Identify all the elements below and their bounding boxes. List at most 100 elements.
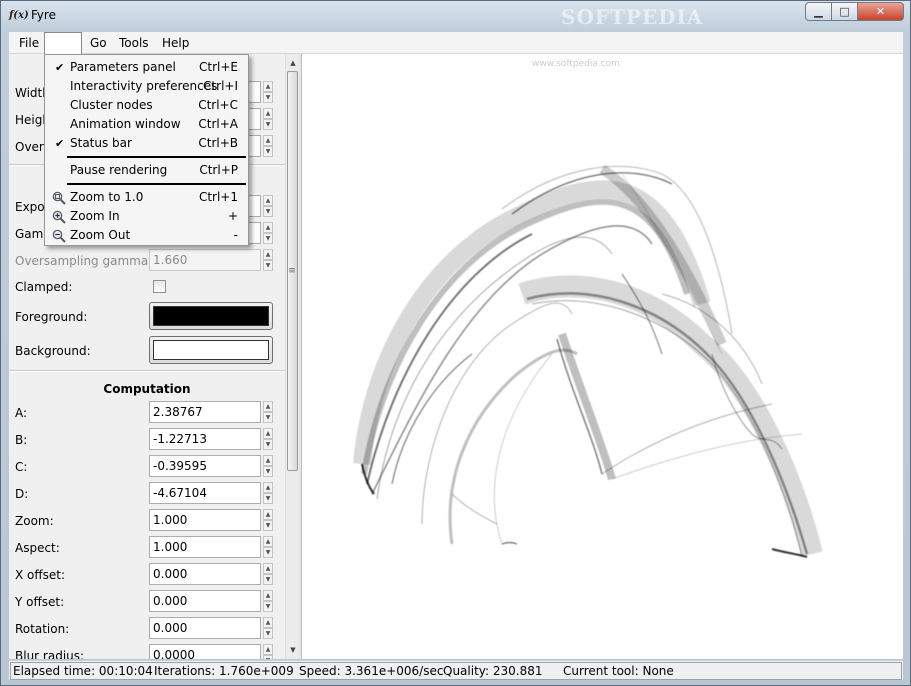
param-field[interactable]: 1.000 [149, 536, 261, 558]
scroll-up-icon[interactable]: ▲ [286, 56, 300, 70]
menu-item-label: Pause rendering [70, 163, 168, 177]
spin-down-icon[interactable]: ▼ [263, 233, 273, 244]
menu-item-label: Zoom Out [70, 228, 131, 242]
close-button[interactable]: ✕ [858, 2, 904, 21]
spin-up-icon[interactable]: ▲ [263, 195, 273, 206]
param-field[interactable]: -0.39595 [149, 455, 261, 477]
spin-down-icon[interactable]: ▼ [263, 206, 273, 217]
background-color-button[interactable] [149, 336, 273, 364]
spin-up-icon[interactable]: ▲ [263, 249, 273, 260]
menu-item-parameters-panel[interactable]: ✔ Parameters panel Ctrl+E [47, 58, 246, 77]
status-speed: Speed: 3.361e+006/sec [299, 664, 444, 678]
spin-up-icon[interactable]: ▲ [263, 108, 273, 119]
scroll-down-icon[interactable]: ▼ [286, 643, 300, 657]
param-label: Background: [15, 344, 91, 358]
panel-scrollbar[interactable]: ▲ ▼ [285, 54, 299, 659]
spin-down-icon[interactable]: ▼ [263, 574, 273, 585]
attractor-image: www.softpedia.com [353, 59, 823, 558]
param-field[interactable]: 0.000 [149, 563, 261, 585]
spin-down-icon[interactable]: ▼ [263, 466, 273, 477]
menu-item-zoom-reset[interactable]: Zoom to 1.0 Ctrl+1 [47, 188, 246, 207]
spin-down-icon[interactable]: ▼ [263, 119, 273, 130]
oversampling-gamma-spinner[interactable]: ▲ ▼ [263, 249, 273, 271]
spin-down-icon[interactable]: ▼ [263, 493, 273, 504]
spin-up-icon[interactable]: ▲ [263, 401, 273, 412]
menu-item-interactivity-preferences[interactable]: Interactivity preferences Ctrl+I [47, 77, 246, 96]
param-field[interactable]: 0.0000 [149, 644, 261, 659]
spin-down-icon[interactable]: ▼ [263, 412, 273, 423]
computation-heading: Computation [103, 382, 191, 396]
menu-file[interactable]: File [13, 32, 45, 54]
param-spinner[interactable]: ▲▼ [263, 617, 273, 639]
param-spinner[interactable]: ▲▼ [263, 563, 273, 585]
menu-go[interactable]: Go [84, 32, 113, 54]
spin-down-icon[interactable]: ▼ [263, 439, 273, 450]
spin-up-icon[interactable]: ▲ [263, 644, 273, 655]
menu-item-label: Cluster nodes [70, 98, 153, 112]
spin-down-icon[interactable]: ▼ [263, 92, 273, 103]
param-label: Foreground: [15, 310, 88, 324]
width-spinner[interactable]: ▲ ▼ [263, 81, 273, 103]
param-spinner[interactable]: ▲▼ [263, 401, 273, 423]
spin-up-icon[interactable]: ▲ [263, 428, 273, 439]
param-row-oversampling-gamma: Oversampling gamma: 1.660 ▲ ▼ [9, 248, 285, 275]
spin-down-icon[interactable]: ▼ [263, 655, 273, 659]
menu-item-zoom-out[interactable]: Zoom Out - [47, 226, 246, 245]
param-spinner[interactable]: ▲▼ [263, 509, 273, 531]
spin-down-icon[interactable]: ▼ [263, 520, 273, 531]
maximize-button[interactable]: □ [832, 2, 858, 21]
param-spinner[interactable]: ▲▼ [263, 428, 273, 450]
param-field[interactable]: 1.000 [149, 509, 261, 531]
spin-up-icon[interactable]: ▲ [263, 455, 273, 466]
spin-down-icon[interactable]: ▼ [263, 260, 273, 271]
menu-help[interactable]: Help [156, 32, 195, 54]
foreground-color-button[interactable] [149, 302, 273, 330]
oversampling-gamma-field[interactable]: 1.660 [149, 249, 261, 271]
param-spinner[interactable]: ▲▼ [263, 482, 273, 504]
param-field[interactable]: 0.000 [149, 590, 261, 612]
spin-up-icon[interactable]: ▲ [263, 563, 273, 574]
exposure-spinner[interactable]: ▲ ▼ [263, 195, 273, 217]
param-field[interactable]: -1.22713 [149, 428, 261, 450]
param-label: Rotation: [15, 622, 70, 636]
spin-down-icon[interactable]: ▼ [263, 146, 273, 157]
render-canvas[interactable]: www.softpedia.com [302, 54, 903, 659]
window-controls: ▁ □ ✕ [805, 2, 904, 21]
menu-item-status-bar[interactable]: ✔ Status bar Ctrl+B [47, 134, 246, 153]
menu-item-shortcut: Ctrl+I [203, 79, 238, 93]
param-spinner[interactable]: ▲▼ [263, 536, 273, 558]
maximize-icon: □ [839, 5, 850, 18]
title-bar[interactable]: f(x) Fyre SOFTPEDIA ▁ □ ✕ [1, 1, 910, 31]
param-spinner[interactable]: ▲▼ [263, 590, 273, 612]
spin-up-icon[interactable]: ▲ [263, 509, 273, 520]
param-field[interactable]: -4.67104 [149, 482, 261, 504]
menu-tools[interactable]: Tools [113, 32, 155, 54]
close-icon: ✕ [875, 5, 886, 18]
spin-up-icon[interactable]: ▲ [263, 135, 273, 146]
spin-up-icon[interactable]: ▲ [263, 617, 273, 628]
spin-up-icon[interactable]: ▲ [263, 590, 273, 601]
spin-up-icon[interactable]: ▲ [263, 222, 273, 233]
oversample-spinner[interactable]: ▲ ▼ [263, 135, 273, 157]
menu-item-animation-window[interactable]: Animation window Ctrl+A [47, 115, 246, 134]
param-field[interactable]: 0.000 [149, 617, 261, 639]
spin-up-icon[interactable]: ▲ [263, 81, 273, 92]
height-spinner[interactable]: ▲ ▼ [263, 108, 273, 130]
spin-down-icon[interactable]: ▼ [263, 628, 273, 639]
spin-down-icon[interactable]: ▼ [263, 547, 273, 558]
menu-view[interactable] [44, 32, 82, 54]
gamma-spinner[interactable]: ▲ ▼ [263, 222, 273, 244]
spin-up-icon[interactable]: ▲ [263, 482, 273, 493]
spin-down-icon[interactable]: ▼ [263, 601, 273, 612]
menu-item-zoom-in[interactable]: Zoom In + [47, 207, 246, 226]
param-spinner[interactable]: ▲▼ [263, 644, 273, 659]
param-field[interactable]: 2.38767 [149, 401, 261, 423]
menu-item-pause-rendering[interactable]: Pause rendering Ctrl+P [47, 161, 246, 180]
clamped-checkbox[interactable] [153, 280, 166, 293]
fyre-icon[interactable]: f(x) [9, 8, 29, 24]
menu-item-cluster-nodes[interactable]: Cluster nodes Ctrl+C [47, 96, 246, 115]
minimize-button[interactable]: ▁ [805, 2, 832, 21]
spin-up-icon[interactable]: ▲ [263, 536, 273, 547]
status-quality: Quality: 230.881 [443, 664, 543, 678]
param-spinner[interactable]: ▲▼ [263, 455, 273, 477]
